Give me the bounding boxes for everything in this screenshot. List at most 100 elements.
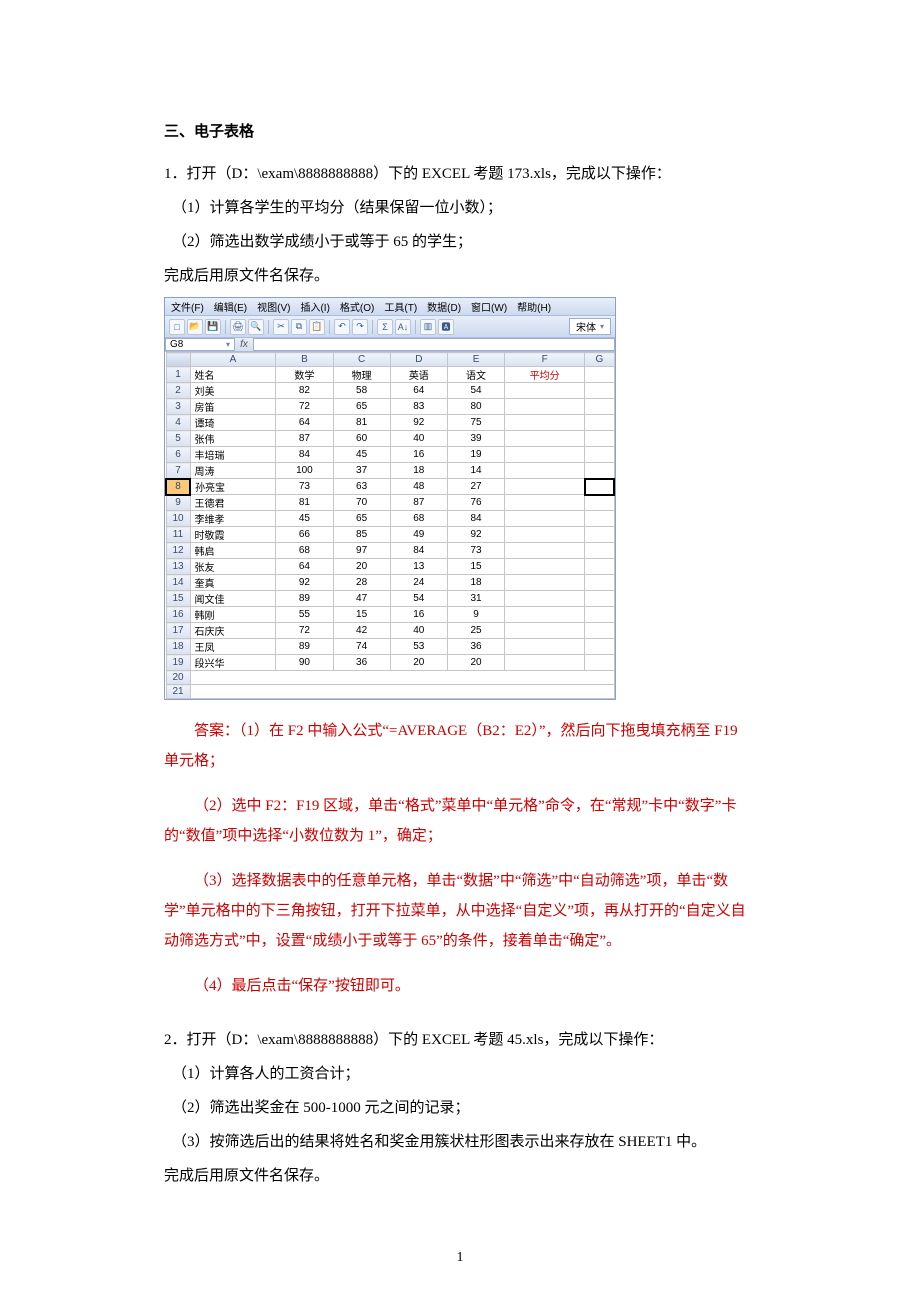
menu-format[interactable]: 格式(O): [338, 299, 376, 314]
cell[interactable]: 72: [276, 399, 333, 415]
cell[interactable]: 49: [390, 527, 447, 543]
row-11[interactable]: 11: [166, 527, 190, 543]
cell[interactable]: [585, 415, 614, 431]
cell[interactable]: 92: [390, 415, 447, 431]
cell[interactable]: 65: [333, 399, 390, 415]
cell[interactable]: 42: [333, 623, 390, 639]
cell[interactable]: [585, 367, 614, 383]
menu-data[interactable]: 数据(D): [425, 299, 463, 314]
cell[interactable]: 54: [447, 383, 504, 399]
cell[interactable]: [505, 431, 585, 447]
cell[interactable]: 70: [333, 495, 390, 511]
zoom-icon[interactable]: 🅰: [438, 319, 454, 335]
active-cell[interactable]: [585, 479, 614, 495]
cell[interactable]: 丰培瑞: [190, 447, 276, 463]
autosum-icon[interactable]: Σ: [377, 319, 393, 335]
menu-window[interactable]: 窗口(W): [469, 299, 509, 314]
row-12[interactable]: 12: [166, 543, 190, 559]
cell[interactable]: [585, 655, 614, 671]
row-21[interactable]: 21: [166, 685, 190, 699]
select-all-corner[interactable]: [166, 353, 190, 367]
cell[interactable]: 20: [333, 559, 390, 575]
menu-view[interactable]: 视图(V): [255, 299, 292, 314]
row-6[interactable]: 6: [166, 447, 190, 463]
cell[interactable]: [505, 447, 585, 463]
cell[interactable]: 时敬霞: [190, 527, 276, 543]
font-select[interactable]: 宋体: [569, 318, 611, 335]
col-G[interactable]: G: [585, 353, 614, 367]
cell[interactable]: [585, 607, 614, 623]
cell[interactable]: 24: [390, 575, 447, 591]
cell[interactable]: 平均分: [505, 367, 585, 383]
cell[interactable]: [505, 559, 585, 575]
cell[interactable]: 97: [333, 543, 390, 559]
cell[interactable]: [505, 527, 585, 543]
cell[interactable]: 74: [333, 639, 390, 655]
col-C[interactable]: C: [333, 353, 390, 367]
cell[interactable]: [585, 575, 614, 591]
cell[interactable]: 45: [276, 511, 333, 527]
cell[interactable]: 48: [390, 479, 447, 495]
cell[interactable]: 刘美: [190, 383, 276, 399]
cell[interactable]: [585, 383, 614, 399]
row-10[interactable]: 10: [166, 511, 190, 527]
cell[interactable]: 31: [447, 591, 504, 607]
cell[interactable]: 14: [447, 463, 504, 479]
cell[interactable]: 84: [447, 511, 504, 527]
sort-asc-icon[interactable]: A↓: [395, 319, 411, 335]
row-14[interactable]: 14: [166, 575, 190, 591]
col-A[interactable]: A: [190, 353, 276, 367]
cell[interactable]: [190, 685, 614, 699]
cell[interactable]: 60: [333, 431, 390, 447]
cut-icon[interactable]: ✂: [273, 319, 289, 335]
cell[interactable]: 物理: [333, 367, 390, 383]
row-18[interactable]: 18: [166, 639, 190, 655]
save-icon[interactable]: 💾: [205, 319, 221, 335]
name-box[interactable]: G8: [165, 338, 235, 351]
cell[interactable]: 64: [276, 415, 333, 431]
cell[interactable]: [505, 655, 585, 671]
cell[interactable]: [585, 447, 614, 463]
cell[interactable]: 82: [276, 383, 333, 399]
cell[interactable]: 81: [276, 495, 333, 511]
menu-insert[interactable]: 插入(I): [298, 299, 331, 314]
menu-file[interactable]: 文件(F): [169, 299, 206, 314]
cell[interactable]: [585, 511, 614, 527]
redo-icon[interactable]: ↷: [352, 319, 368, 335]
cell[interactable]: 数学: [276, 367, 333, 383]
cell[interactable]: 闻文佳: [190, 591, 276, 607]
cell[interactable]: 语文: [447, 367, 504, 383]
cell[interactable]: [585, 463, 614, 479]
col-F[interactable]: F: [505, 353, 585, 367]
cell[interactable]: 韩启: [190, 543, 276, 559]
row-2[interactable]: 2: [166, 383, 190, 399]
paste-icon[interactable]: 📋: [309, 319, 325, 335]
cell[interactable]: [505, 639, 585, 655]
row-7[interactable]: 7: [166, 463, 190, 479]
row-15[interactable]: 15: [166, 591, 190, 607]
cell[interactable]: [505, 543, 585, 559]
cell[interactable]: 16: [390, 447, 447, 463]
cell[interactable]: 25: [447, 623, 504, 639]
row-20[interactable]: 20: [166, 671, 190, 685]
cell[interactable]: 姓名: [190, 367, 276, 383]
cell[interactable]: 奎真: [190, 575, 276, 591]
cell[interactable]: [585, 559, 614, 575]
cell[interactable]: 39: [447, 431, 504, 447]
cell[interactable]: 85: [333, 527, 390, 543]
cell[interactable]: [505, 415, 585, 431]
cell[interactable]: 90: [276, 655, 333, 671]
cell[interactable]: [505, 399, 585, 415]
undo-icon[interactable]: ↶: [334, 319, 350, 335]
cell[interactable]: 36: [333, 655, 390, 671]
cell[interactable]: [505, 623, 585, 639]
chart-icon[interactable]: ▥: [420, 319, 436, 335]
cell[interactable]: 54: [390, 591, 447, 607]
cell[interactable]: 27: [447, 479, 504, 495]
cell[interactable]: 68: [276, 543, 333, 559]
cell[interactable]: 81: [333, 415, 390, 431]
cell[interactable]: [505, 463, 585, 479]
cell[interactable]: 73: [276, 479, 333, 495]
col-E[interactable]: E: [447, 353, 504, 367]
cell[interactable]: 83: [390, 399, 447, 415]
